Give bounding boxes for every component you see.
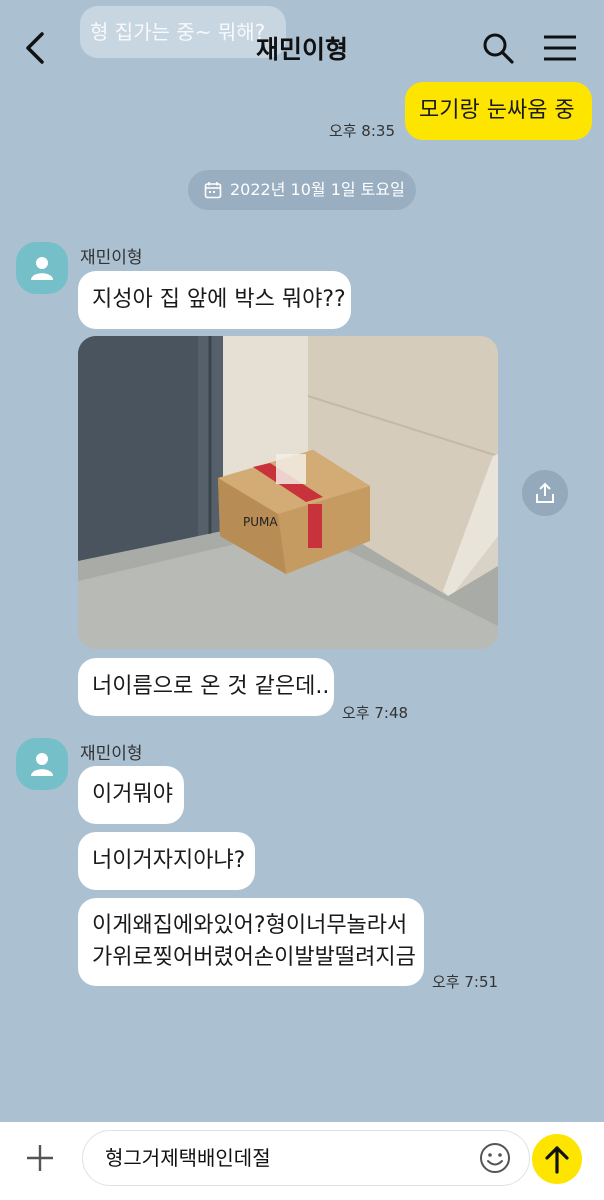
share-icon — [536, 482, 554, 503]
their-message-bubble[interactable]: 너이거자지아냐? — [78, 832, 255, 890]
sender-name: 재민이형 — [80, 744, 143, 764]
message-time: 오후 8:35 — [328, 122, 395, 140]
menu-icon[interactable] — [540, 30, 580, 66]
avatar[interactable] — [16, 738, 68, 790]
share-button[interactable] — [522, 470, 568, 516]
date-divider: 2022년 10월 1일 토요일 — [188, 170, 416, 210]
their-message-bubble[interactable]: 이거뭐야 — [78, 766, 184, 824]
photo-message[interactable]: PUMA — [78, 336, 498, 649]
send-button[interactable] — [532, 1134, 582, 1184]
message-time: 오후 7:48 — [342, 704, 409, 722]
search-icon[interactable] — [480, 30, 516, 66]
message-line: 가위로찢어버렸어손이발발떨려지금 — [92, 945, 416, 970]
box-photo: PUMA — [78, 336, 498, 649]
profile-icon — [31, 753, 53, 776]
plus-icon[interactable] — [24, 1142, 56, 1174]
send-arrow-icon — [545, 1146, 569, 1174]
their-message-bubble[interactable]: 지성아 집 앞에 박스 뭐야?? — [78, 271, 351, 329]
emoji-icon[interactable] — [479, 1142, 511, 1174]
profile-icon — [31, 257, 53, 280]
message-line: 이게왜집에와있어?형이너무놀라서 — [92, 913, 408, 938]
message-input-text: 형그거제택배인데절 — [105, 1146, 271, 1170]
their-message-bubble[interactable]: 너이름으로 온 것 같은데.. — [78, 658, 334, 716]
their-message-bubble[interactable]: 이게왜집에와있어?형이너무놀라서 가위로찢어버렸어손이발발떨려지금 — [78, 898, 424, 986]
calendar-icon — [204, 182, 222, 199]
date-label: 2022년 10월 1일 토요일 — [230, 180, 405, 199]
message-time: 오후 7:51 — [432, 973, 499, 991]
message-input[interactable]: 형그거제택배인데절 — [82, 1130, 530, 1186]
svg-text:PUMA: PUMA — [243, 515, 278, 529]
sender-name: 재민이형 — [80, 248, 143, 268]
avatar[interactable] — [16, 242, 68, 294]
my-message-bubble[interactable]: 모기랑 눈싸움 중 — [405, 82, 592, 140]
